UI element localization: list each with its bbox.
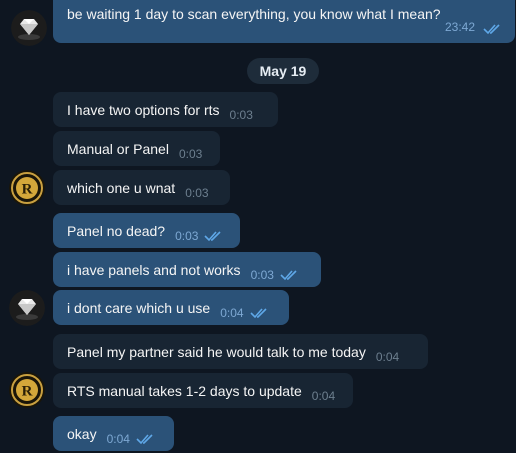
message-bubble-incoming[interactable]: RTS manual takes 1-2 days to update 0:04 [53, 373, 353, 408]
message-text: i have panels and not works [67, 261, 241, 278]
message-text: which one u wnat [67, 179, 176, 196]
svg-text:R: R [22, 182, 33, 198]
date-separator: May 19 [247, 58, 319, 84]
message-text: Panel my partner said he would talk to m… [67, 343, 366, 360]
message-text: Manual or Panel [67, 140, 169, 157]
message-bubble-incoming[interactable]: Manual or Panel 0:03 [53, 131, 220, 166]
message-text: okay [67, 425, 97, 442]
message-bubble-incoming[interactable]: which one u wnat 0:03 [53, 170, 230, 205]
double-check-icon [136, 433, 153, 444]
message-time: 0:03 [175, 228, 199, 243]
message-bubble-outgoing[interactable]: i dont care which u use 0:04 [53, 290, 289, 325]
message-bubble-outgoing[interactable]: be waiting 1 day to scan everything, you… [53, 0, 515, 43]
avatar-diamond-2[interactable] [9, 290, 45, 326]
message-text: RTS manual takes 1-2 days to update [67, 382, 302, 399]
diamond-icon [11, 10, 47, 46]
message-time: 0:04 [220, 305, 244, 320]
message-time: 0:04 [106, 431, 130, 446]
double-check-icon [204, 230, 222, 241]
diamond-icon [9, 290, 45, 326]
message-time: 0:03 [229, 107, 253, 122]
message-time: 0:03 [178, 146, 203, 161]
message-bubble-outgoing[interactable]: Panel no dead? 0:03 [53, 213, 240, 248]
message-bubble-incoming[interactable]: Panel my partner said he would talk to m… [53, 334, 428, 369]
message-text: Panel no dead? [67, 222, 166, 239]
message-time: 23:42 [444, 20, 475, 34]
message-bubble-outgoing[interactable]: okay 0:04 [53, 416, 174, 451]
avatar-bitcoin-1[interactable]: R [9, 170, 45, 206]
double-check-icon [249, 307, 267, 318]
message-time: 0:04 [311, 388, 336, 403]
bitcoin-icon: R [9, 372, 45, 408]
message-time: 0:03 [185, 185, 209, 200]
avatar-bitcoin-2[interactable]: R [9, 372, 45, 408]
bitcoin-icon: R [9, 170, 45, 206]
message-bubble-incoming[interactable]: I have two options for rts 0:03 [53, 92, 278, 127]
double-check-icon [280, 269, 297, 280]
message-time: 0:04 [375, 349, 400, 364]
message-bubble-outgoing[interactable]: i have panels and not works 0:03 [53, 252, 321, 287]
message-text: I have two options for rts [67, 101, 220, 118]
message-text: i dont care which u use [67, 299, 211, 316]
message-text: be waiting 1 day to scan everything, you… [67, 6, 441, 22]
message-time: 0:03 [250, 267, 274, 282]
double-check-icon [483, 24, 500, 35]
svg-text:R: R [22, 384, 33, 400]
avatar-diamond-1[interactable] [11, 10, 47, 46]
